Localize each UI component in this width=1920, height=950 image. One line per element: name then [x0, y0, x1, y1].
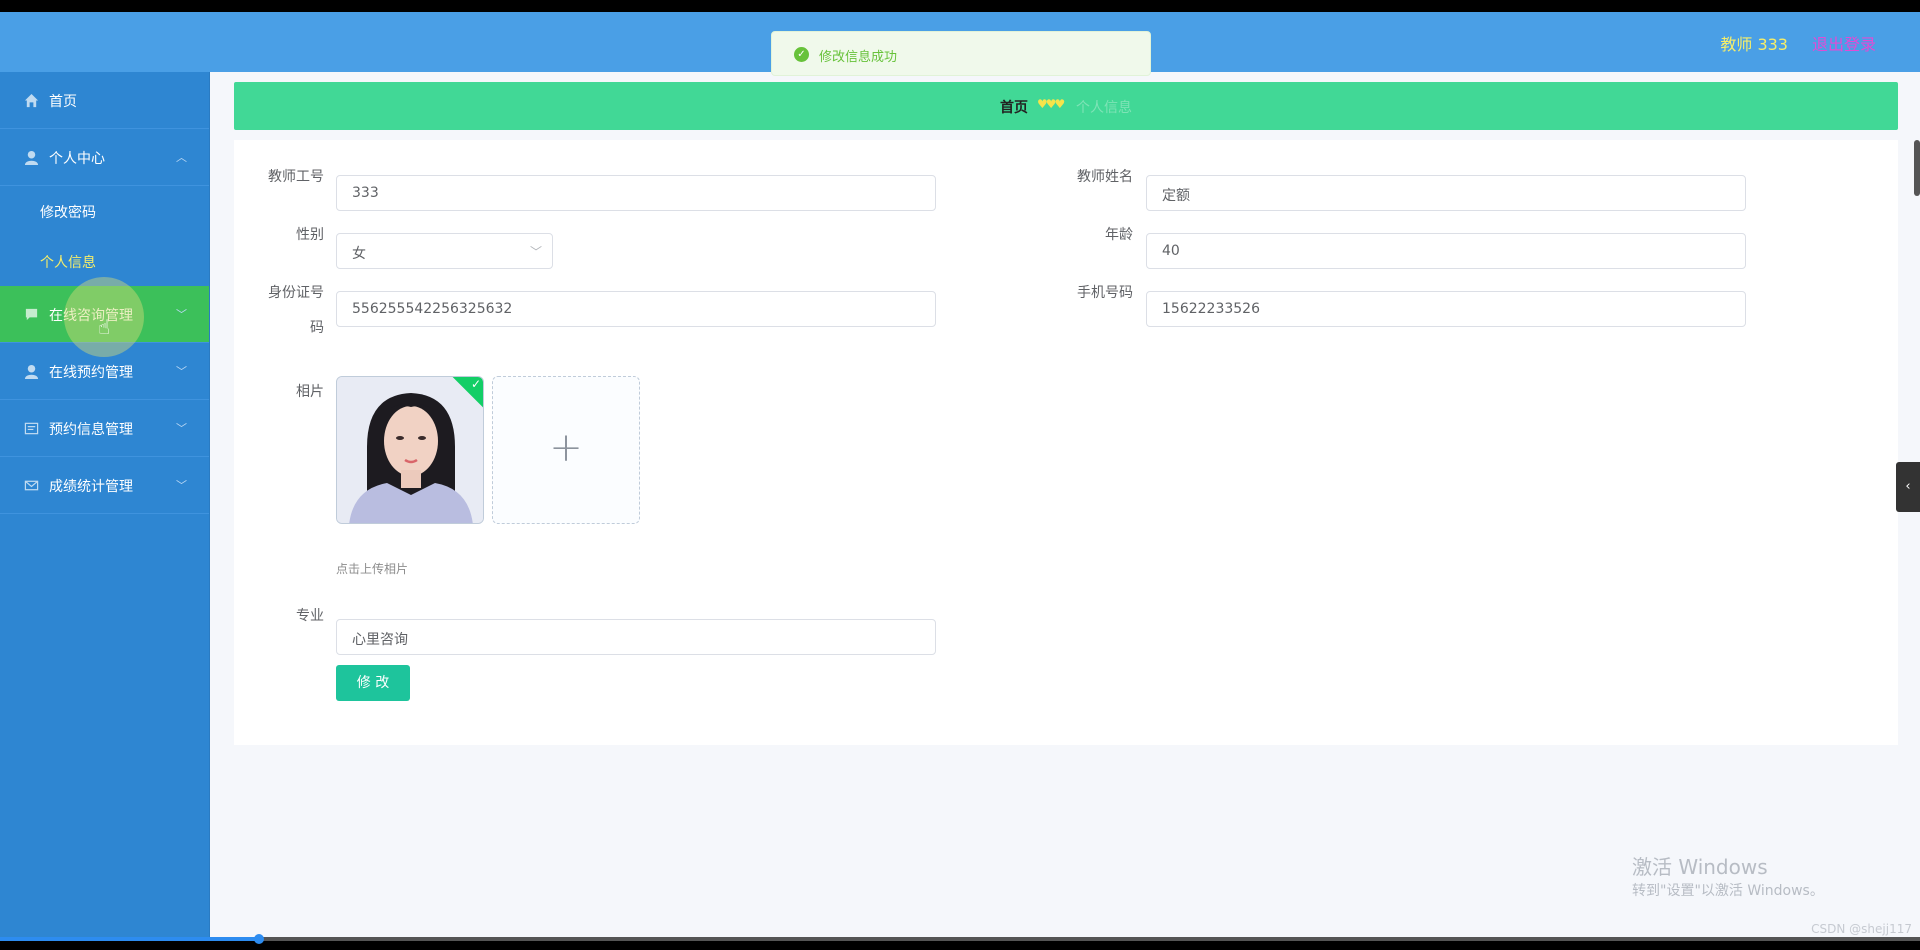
teacher-id-input[interactable]: 333	[336, 175, 936, 211]
video-progress-handle[interactable]	[254, 934, 265, 944]
current-user-label: 教师 333	[1720, 35, 1788, 54]
plus-icon: +	[549, 425, 583, 471]
scrollbar-thumb[interactable]	[1914, 140, 1920, 196]
gender-select[interactable]: 女 ﹀	[336, 233, 553, 269]
chevron-up-icon: ︿	[176, 151, 187, 164]
chevron-down-icon: ﹀	[176, 422, 187, 435]
photo-label: 相片	[296, 384, 324, 400]
chevron-down-icon: ﹀	[176, 308, 187, 321]
gender-label: 性别	[296, 227, 324, 243]
chevron-down-icon: ﹀	[529, 245, 542, 259]
teacher-name-label: 教师姓名	[1077, 169, 1133, 185]
sidebar-item-personal-center[interactable]: 个人中心 ︿	[0, 129, 209, 186]
id-card-label: 身份证号	[268, 285, 324, 301]
major-label: 专业	[296, 608, 324, 624]
video-progress-bar[interactable]	[0, 934, 1920, 944]
breadcrumb-separator: ♥♥♥	[1037, 97, 1065, 111]
side-panel-toggle[interactable]: ‹	[1896, 462, 1920, 512]
breadcrumb-current: 个人信息	[1076, 100, 1132, 116]
app-window: 教师 333 退出登录 ✓ 修改信息成功 首页 个人中心 ︿ 修改密码 个人信息…	[0, 12, 1920, 937]
breadcrumb-home[interactable]: 首页	[1000, 97, 1028, 117]
portrait-image	[337, 377, 483, 523]
video-progress-fill	[0, 937, 260, 941]
id-card-input[interactable]: 556255542256325632	[336, 291, 936, 327]
major-input[interactable]: 心里咨询	[336, 619, 936, 655]
sidebar-subitem-label: 个人信息	[40, 255, 96, 271]
sidebar-item-label: 在线预约管理	[49, 365, 133, 381]
age-input[interactable]: 40	[1146, 233, 1746, 269]
check-icon: ✓	[470, 377, 481, 391]
photo-upload-button[interactable]: +	[492, 376, 640, 524]
sidebar-item-label: 成绩统计管理	[49, 479, 133, 495]
windows-activation-subtitle: 转到"设置"以激活 Windows。	[1632, 883, 1824, 899]
list-icon	[24, 422, 39, 435]
chat-icon	[25, 308, 38, 321]
chevron-down-icon: ﹀	[176, 479, 187, 492]
teacher-name-input[interactable]: 定额	[1146, 175, 1746, 211]
windows-activation-title: 激活 Windows	[1632, 855, 1768, 879]
user-icon	[24, 150, 39, 165]
source-credit: CSDN @shejj117	[1811, 922, 1912, 936]
sidebar-menu: 首页 个人中心 ︿ 修改密码 个人信息 在线咨询管理 ﹀ 在线预约管理 ﹀ 预约…	[0, 72, 210, 937]
user-icon	[24, 364, 39, 379]
photo-upload-hint: 点击上传相片	[336, 562, 409, 576]
sidebar-item-label: 预约信息管理	[49, 422, 133, 438]
sidebar-item-booking-info[interactable]: 预约信息管理 ﹀	[0, 400, 209, 457]
sidebar-subitem-change-password[interactable]: 修改密码	[0, 186, 209, 236]
sidebar-item-score-stats[interactable]: 成绩统计管理 ﹀	[0, 457, 209, 514]
teacher-id-label: 教师工号	[268, 169, 324, 185]
submit-button[interactable]: 修 改	[336, 665, 410, 701]
sidebar-item-label: 首页	[49, 94, 77, 110]
sidebar-subitem-label: 修改密码	[40, 205, 96, 221]
phone-label: 手机号码	[1077, 285, 1133, 301]
sidebar-item-label: 个人中心	[49, 151, 105, 167]
home-icon	[24, 93, 39, 108]
profile-form: 教师工号 333 教师姓名 定额 性别 女 ﹀ 年龄 40 身份证号 码 556…	[234, 140, 1898, 745]
age-label: 年龄	[1105, 227, 1133, 243]
uploaded-photo[interactable]: ✓	[336, 376, 484, 524]
chevron-down-icon: ﹀	[176, 365, 187, 378]
success-toast: ✓ 修改信息成功	[771, 31, 1151, 76]
mail-icon	[24, 480, 39, 491]
id-card-label-wrap: 码	[310, 320, 324, 336]
phone-input[interactable]: 15622233526	[1146, 291, 1746, 327]
breadcrumb: 首页 ♥♥♥ 个人信息	[234, 82, 1898, 130]
toast-message: 修改信息成功	[819, 50, 898, 65]
sidebar-item-home[interactable]: 首页	[0, 72, 209, 129]
chevron-left-icon: ‹	[1905, 479, 1911, 494]
success-check-icon: ✓	[794, 47, 809, 62]
hand-cursor-icon: ☝	[98, 315, 111, 339]
gender-selected-value: 女	[352, 246, 366, 262]
logout-link[interactable]: 退出登录	[1812, 31, 1876, 55]
